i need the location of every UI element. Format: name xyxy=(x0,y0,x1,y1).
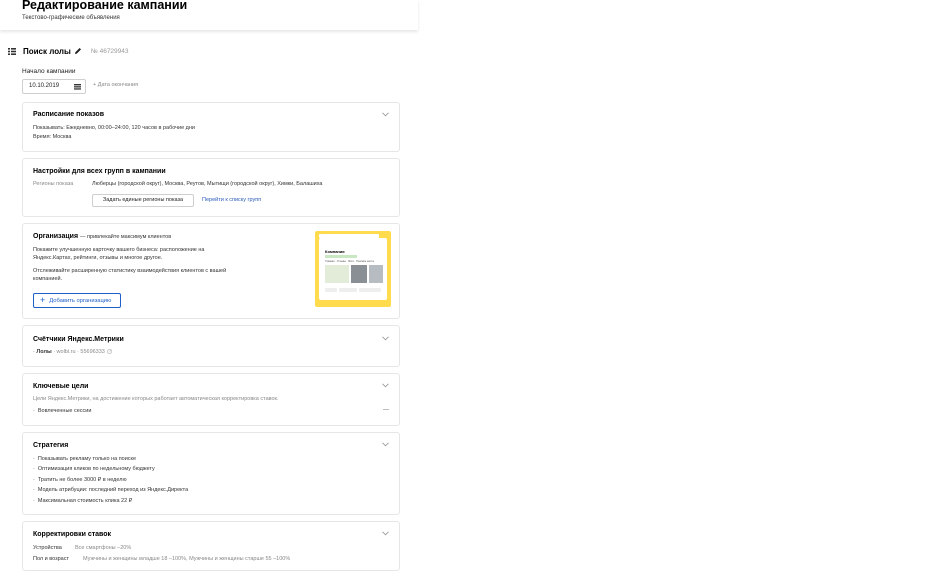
regions-value: Люберцы (городской округ), Москва, Реуто… xyxy=(92,181,323,187)
age-gender-value: Мужчины и женщины младше 18 –100%, Мужчи… xyxy=(83,556,291,562)
campaign-name: Поиск лолы xyxy=(23,46,71,56)
key-goals-desc: Цели Яндекс.Метрики, на достижение котор… xyxy=(33,396,279,402)
strategy-item: Максимальная стоимость клика 22 ₽ xyxy=(33,498,132,504)
calendar-icon[interactable] xyxy=(74,84,81,90)
chevron-down-icon[interactable] xyxy=(382,531,389,536)
group-settings-title: Настройки для всех групп в кампании xyxy=(33,168,166,175)
pencil-icon[interactable] xyxy=(74,47,82,55)
metrika-counter: · Лолы · wolbi.ru · 55696333 xyxy=(33,349,113,355)
devices-value: Все смартфоны –20% xyxy=(75,545,132,551)
page: Редактирование кампании Текстово-графиче… xyxy=(0,0,418,571)
regions-label: Регионы показа xyxy=(33,181,74,187)
bid-adjustments-title: Корректировки ставок xyxy=(33,531,112,538)
devices-label: Устройства xyxy=(33,545,62,551)
page-title: Редактирование кампании xyxy=(22,0,188,12)
start-date-input[interactable]: 10.10.2019 xyxy=(22,79,86,94)
strategy-title: Стратегия xyxy=(33,442,69,449)
add-organization-button[interactable]: + Добавить организацию xyxy=(33,293,121,308)
external-link-icon[interactable] xyxy=(107,349,113,354)
campaign-number: № 46729943 xyxy=(90,47,129,55)
chevron-down-icon[interactable] xyxy=(382,112,389,117)
goal-item: Вовлеченные сессии xyxy=(33,408,92,414)
page-subtitle: Текстово-графические объявления xyxy=(22,15,120,21)
schedule-title: Расписание показов xyxy=(33,111,105,118)
preview-nav: Главная · Отзывы · Фото · Похожие места xyxy=(325,260,374,263)
schedule-section[interactable]: Расписание показов Показывать: Ежедневно… xyxy=(22,102,400,152)
set-regions-button[interactable]: Задать единые регионы показа xyxy=(92,194,194,207)
key-goals-section[interactable]: Ключевые цели Цели Яндекс.Метрики, на до… xyxy=(22,373,400,426)
age-gender-label: Пол и возраст xyxy=(33,556,69,562)
schedule-time-line: Время: Москва xyxy=(33,134,72,140)
organization-section: Организация — привлекайте максимум клиен… xyxy=(22,223,400,319)
start-date-value: 10.10.2019 xyxy=(29,83,60,89)
chevron-down-icon[interactable] xyxy=(382,383,389,388)
start-date-label: Начало кампании xyxy=(22,68,76,75)
list-icon xyxy=(8,47,16,55)
page-header: Редактирование кампании Текстово-графиче… xyxy=(0,0,418,30)
strategy-section[interactable]: Стратегия Показывать рекламу только на п… xyxy=(22,432,400,515)
organization-desc-2a: Отслеживайте расширенную статистику взаи… xyxy=(33,268,227,274)
organization-title: Организация — привлекайте максимум клиен… xyxy=(33,233,172,240)
chevron-down-icon[interactable] xyxy=(382,442,389,447)
key-goals-title: Ключевые цели xyxy=(33,383,89,390)
goal-item-value: — xyxy=(383,407,389,413)
preview-title: Компания xyxy=(325,249,345,254)
chevron-down-icon[interactable] xyxy=(382,336,389,341)
bid-adjustments-section[interactable]: Корректировки ставок Устройства Все смар… xyxy=(22,521,400,571)
plus-icon: + xyxy=(40,295,46,305)
go-to-groups-link[interactable]: Перейти к списку групп xyxy=(202,197,261,203)
group-settings-section: Настройки для всех групп в кампании Реги… xyxy=(22,158,400,217)
metrika-section[interactable]: Счётчики Яндекс.Метрики · Лолы · wolbi.r… xyxy=(22,325,400,367)
strategy-item: Модель атрибуции: последний переход из Я… xyxy=(33,487,188,493)
campaign-name-row: Поиск лолы № 46729943 xyxy=(8,45,129,57)
metrika-title: Счётчики Яндекс.Метрики xyxy=(33,336,124,343)
strategy-item: Тратить не более 3000 ₽ в неделю xyxy=(33,477,127,483)
organization-preview-image: Компания Главная · Отзывы · Фото · Похож… xyxy=(315,231,391,307)
add-end-date-link[interactable]: + Дата окончания xyxy=(93,82,138,88)
organization-desc-1b: Яндекс.Картах, рейтинги, отзывы и многое… xyxy=(33,255,163,261)
organization-desc-1a: Покажите улучшенную карточку вашего бизн… xyxy=(33,247,205,253)
strategy-item: Оптимизация кликов по недельному бюджету xyxy=(33,466,155,472)
strategy-item: Показывать рекламу только на поиске xyxy=(33,456,136,462)
schedule-show-line: Показывать: Ежедневно, 00:00–24:00, 120 … xyxy=(33,125,196,131)
organization-desc-2b: компанией. xyxy=(33,276,63,282)
